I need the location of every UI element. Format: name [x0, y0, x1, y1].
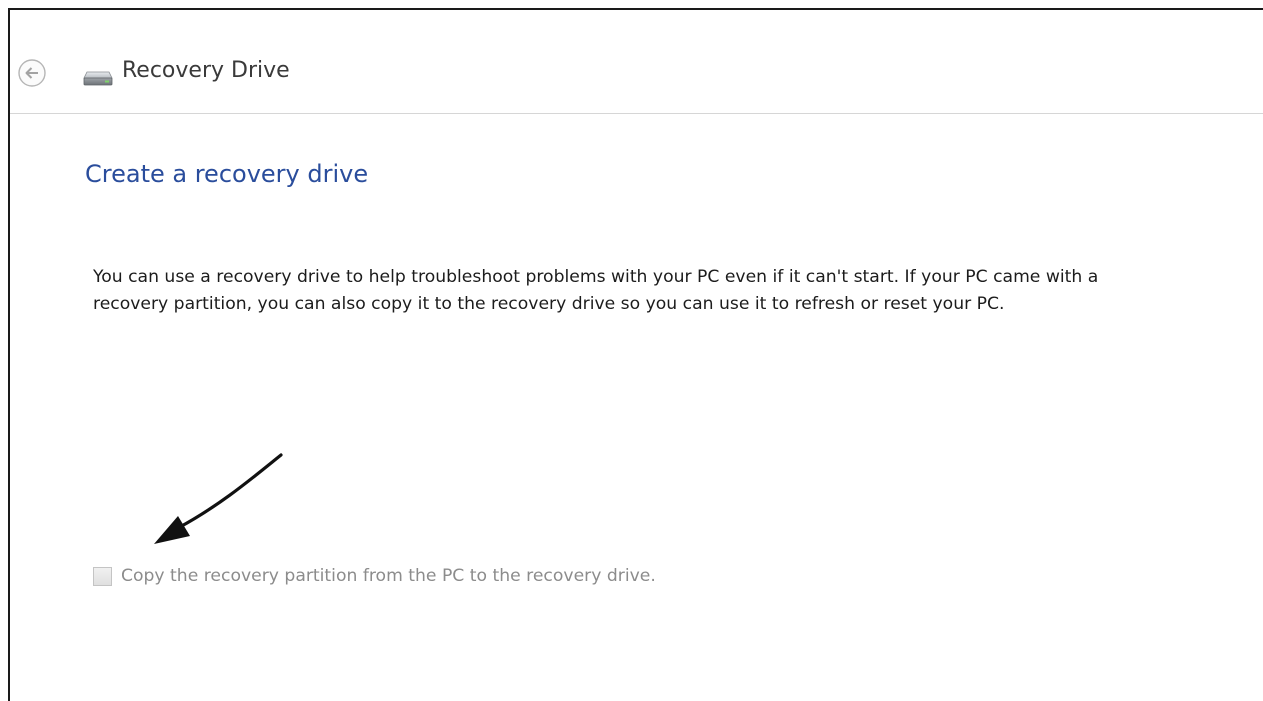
page-heading: Create a recovery drive: [85, 160, 369, 188]
description-text: You can use a recovery drive to help tro…: [93, 267, 1099, 314]
back-button[interactable]: [17, 58, 47, 88]
window-title: Recovery Drive: [122, 58, 290, 83]
copy-partition-checkbox[interactable]: [93, 566, 112, 586]
title-bar: Recovery Drive: [10, 10, 1263, 114]
copy-partition-option[interactable]: Copy the recovery partition from the PC …: [93, 563, 656, 589]
recovery-drive-window: Recovery Drive Create a recovery drive Y…: [8, 8, 1263, 701]
pointer-arrow-icon: [146, 450, 286, 550]
back-arrow-circle-icon: [18, 59, 46, 87]
copy-partition-label: Copy the recovery partition from the PC …: [121, 566, 656, 586]
hard-drive-icon: [83, 70, 113, 86]
